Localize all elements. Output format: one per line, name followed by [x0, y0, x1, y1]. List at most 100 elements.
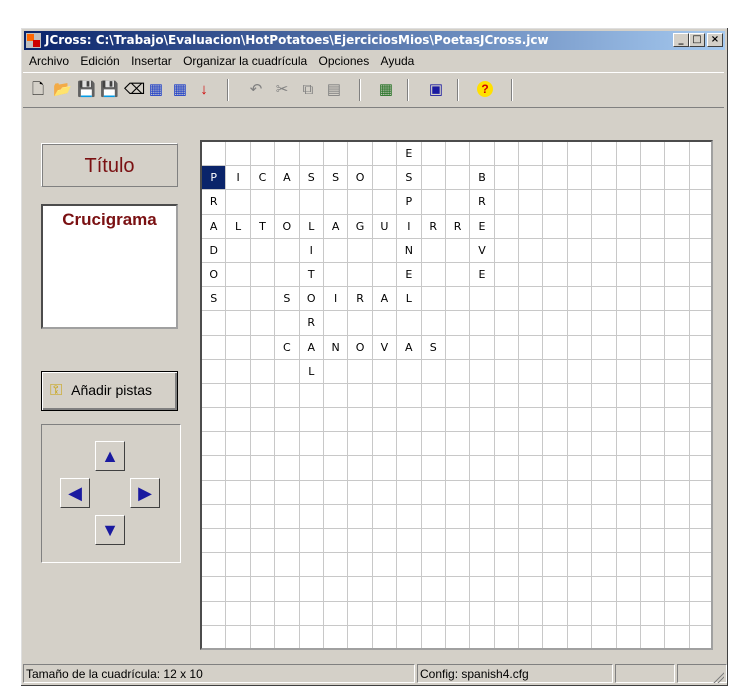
- grid-cell[interactable]: A: [323, 214, 349, 239]
- grid-cell[interactable]: [445, 529, 471, 554]
- grid-cell[interactable]: [323, 456, 349, 481]
- grid-cell[interactable]: [323, 238, 349, 263]
- grid-cell[interactable]: [616, 190, 642, 215]
- grid-cell[interactable]: [202, 142, 227, 167]
- menu-archivo[interactable]: Archivo: [25, 52, 73, 70]
- grid-cell[interactable]: [641, 529, 666, 554]
- crossword-grid-area[interactable]: EPICASSOSBRPRALTOLAGUIRREDINVOTEESSOIRAL…: [200, 140, 713, 650]
- grid-cell[interactable]: [519, 504, 544, 529]
- grid-cell[interactable]: [689, 142, 711, 167]
- grid-cell[interactable]: [348, 238, 373, 263]
- grid-cell[interactable]: R: [445, 214, 471, 239]
- grid-cell[interactable]: [323, 408, 349, 433]
- grid-cell[interactable]: [592, 601, 617, 626]
- grid-cell[interactable]: [202, 529, 227, 554]
- grid-cell[interactable]: [689, 311, 711, 336]
- grid-cell[interactable]: [543, 214, 568, 239]
- grid-cell[interactable]: [445, 311, 471, 336]
- grid-cell[interactable]: [616, 359, 642, 384]
- shift-right-button[interactable]: ▶: [130, 478, 160, 508]
- grid-cell[interactable]: [616, 287, 642, 312]
- grid-cell[interactable]: [421, 311, 446, 336]
- grid-cell[interactable]: [689, 553, 711, 578]
- grid-cell[interactable]: S: [202, 287, 227, 312]
- grid-cell[interactable]: N: [397, 238, 422, 263]
- grid-cell[interactable]: [445, 432, 471, 457]
- grid-cell[interactable]: [519, 166, 544, 191]
- grid-cell[interactable]: [421, 190, 446, 215]
- grid-cell[interactable]: [494, 432, 520, 457]
- grid-cell[interactable]: [202, 432, 227, 457]
- grid-cell[interactable]: [519, 383, 544, 409]
- grid-cell[interactable]: [323, 504, 349, 529]
- grid-cell[interactable]: [543, 359, 568, 384]
- grid-cell[interactable]: [543, 504, 568, 529]
- cut-icon[interactable]: ✂: [273, 81, 291, 99]
- grid-cell[interactable]: [519, 238, 544, 263]
- grid-cell[interactable]: [421, 359, 446, 384]
- grid-cell[interactable]: [543, 238, 568, 263]
- grid-cell[interactable]: [348, 142, 373, 167]
- grid-cell[interactable]: [665, 359, 690, 384]
- grid-cell[interactable]: V: [470, 238, 495, 263]
- grid-cell[interactable]: [567, 456, 593, 481]
- grid-cell[interactable]: [348, 553, 373, 578]
- grid-cell[interactable]: [275, 383, 300, 409]
- grid-cell[interactable]: [567, 601, 593, 626]
- grid-cell[interactable]: [275, 408, 300, 433]
- grid-cell[interactable]: [323, 359, 349, 384]
- open-icon[interactable]: 📂: [53, 81, 72, 99]
- grid-cell[interactable]: [299, 408, 324, 433]
- paste-icon[interactable]: ▤: [325, 81, 343, 99]
- grid-cell[interactable]: [592, 190, 617, 215]
- grid-cell[interactable]: [616, 238, 642, 263]
- grid-cell[interactable]: [226, 359, 251, 384]
- grid-cell[interactable]: [421, 238, 446, 263]
- grid-cell[interactable]: [641, 456, 666, 481]
- grid-cell[interactable]: [519, 577, 544, 602]
- grid-cell[interactable]: [543, 311, 568, 336]
- grid-cell[interactable]: [372, 480, 398, 505]
- menu-ayuda[interactable]: Ayuda: [377, 52, 419, 70]
- grid-cell[interactable]: [275, 262, 300, 288]
- grid-cell[interactable]: [324, 625, 349, 648]
- grid-cell[interactable]: R: [421, 214, 446, 239]
- grid-cell[interactable]: [226, 335, 251, 360]
- grid-cell[interactable]: [690, 626, 711, 648]
- grid-cell[interactable]: [445, 601, 471, 626]
- grid-cell[interactable]: [567, 142, 593, 167]
- grid-cell[interactable]: [421, 262, 446, 288]
- grid-cell[interactable]: [226, 238, 251, 263]
- grid-cell[interactable]: [689, 215, 711, 239]
- grid-cell[interactable]: [567, 529, 593, 554]
- grid-cell[interactable]: [641, 383, 666, 409]
- grid-cell[interactable]: [372, 577, 398, 602]
- grid-cell[interactable]: [397, 625, 422, 648]
- grid-cell[interactable]: [665, 166, 690, 191]
- grid-cell[interactable]: [470, 287, 495, 312]
- grid-cell[interactable]: [397, 408, 422, 433]
- grid-cell[interactable]: [275, 625, 300, 648]
- shift-left-button[interactable]: ◀: [60, 478, 90, 508]
- grid-cell[interactable]: [323, 432, 349, 457]
- grid-cell[interactable]: [226, 456, 251, 481]
- grid-cell[interactable]: [665, 577, 690, 602]
- eraser-icon[interactable]: ⌫: [124, 81, 145, 99]
- grid-cell[interactable]: [519, 311, 544, 336]
- grid-cell[interactable]: [519, 601, 544, 626]
- menu-insertar[interactable]: Insertar: [127, 52, 176, 70]
- grid-cell[interactable]: [519, 287, 544, 312]
- grid-cell[interactable]: [372, 504, 398, 529]
- grid-cell[interactable]: I: [299, 238, 324, 263]
- grid-cell[interactable]: [348, 262, 373, 288]
- grid-cell[interactable]: [665, 529, 690, 554]
- grid-cell[interactable]: [494, 480, 520, 505]
- grid-cell[interactable]: [689, 408, 711, 433]
- grid-cell[interactable]: [445, 142, 471, 167]
- grid-cell[interactable]: [348, 359, 373, 384]
- grid-cell[interactable]: [689, 287, 711, 312]
- grid-cell[interactable]: [250, 432, 276, 457]
- grid-cell[interactable]: [421, 553, 446, 578]
- grid-cell[interactable]: O: [348, 166, 373, 191]
- grid-cell[interactable]: [348, 311, 373, 336]
